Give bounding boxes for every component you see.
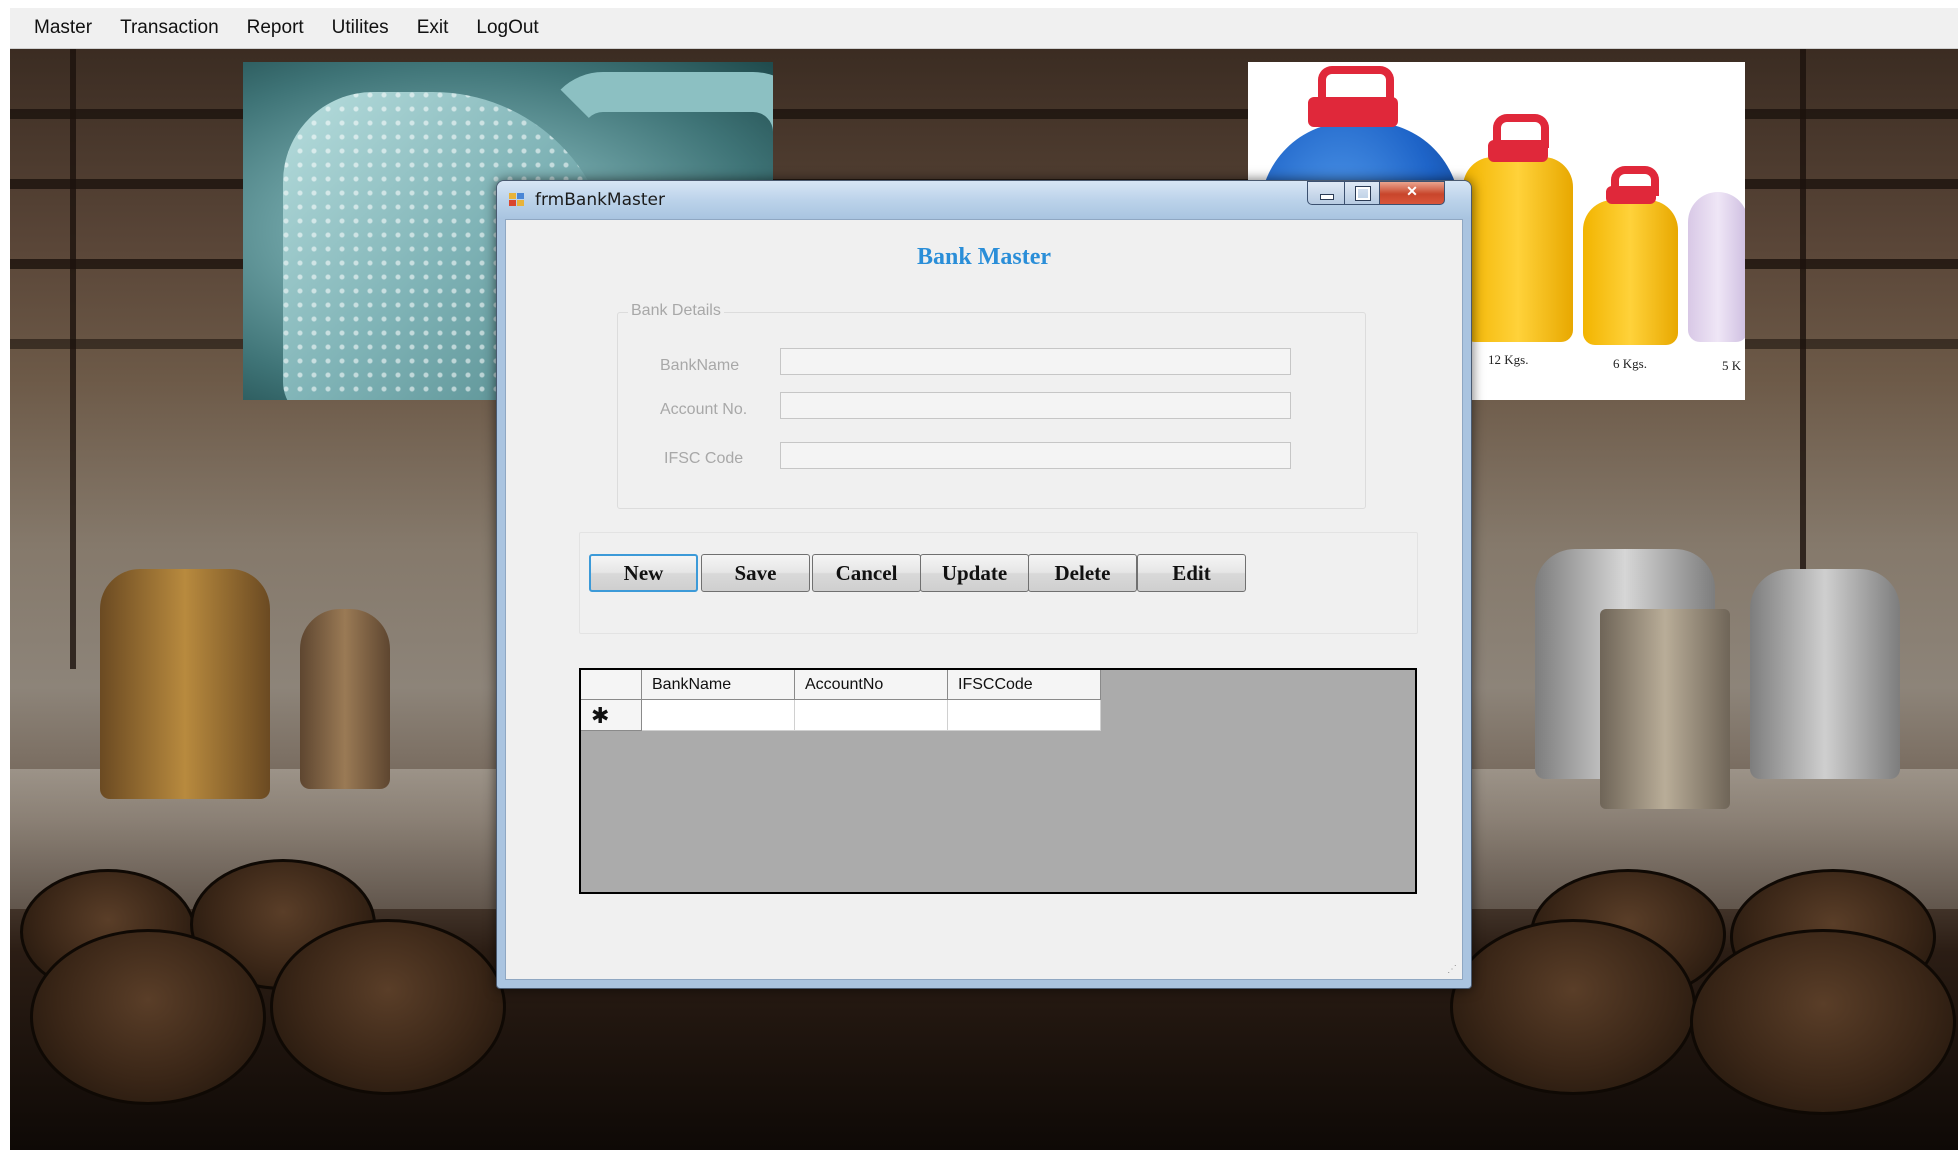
new-button[interactable]: New: [589, 554, 698, 592]
grid-cell-bankname[interactable]: [642, 700, 795, 731]
save-button[interactable]: Save: [701, 554, 810, 592]
account-no-label: Account No.: [660, 401, 748, 418]
delete-button[interactable]: Delete: [1028, 554, 1137, 592]
menu-utilites[interactable]: Utilites: [318, 8, 403, 48]
grid-select-all-corner[interactable]: [581, 670, 642, 700]
jar-handle: [1318, 66, 1394, 108]
close-button[interactable]: ✕: [1379, 181, 1445, 205]
menu-transaction[interactable]: Transaction: [106, 8, 233, 48]
maximize-icon: [1355, 186, 1371, 201]
barrel: [1690, 929, 1956, 1115]
grid-cell-ifsccode[interactable]: [948, 700, 1101, 731]
form-icon: [509, 193, 525, 207]
steel-tank: [1750, 569, 1900, 779]
form-heading: Bank Master: [917, 244, 1051, 270]
bank-data-grid[interactable]: BankName AccountNo IFSCCode ✱: [579, 668, 1417, 894]
barrel: [1450, 919, 1696, 1095]
window-title: frmBankMaster: [535, 190, 665, 210]
action-button-panel: New Save Cancel Update Delete Edit: [579, 532, 1418, 634]
account-no-input[interactable]: [780, 392, 1291, 419]
maximize-button[interactable]: [1344, 181, 1380, 205]
barrel: [30, 929, 266, 1105]
menu-exit[interactable]: Exit: [403, 8, 463, 48]
column-header-accountno[interactable]: AccountNo: [795, 670, 948, 700]
lavender-jar: [1688, 192, 1745, 342]
minimize-icon: [1320, 194, 1334, 200]
ifsc-code-label: IFSC Code: [664, 450, 744, 467]
grid-cell-accountno[interactable]: [795, 700, 948, 731]
roof-column: [70, 49, 76, 669]
jar-handle: [1493, 114, 1549, 148]
tank: [300, 609, 390, 789]
menu-report[interactable]: Report: [233, 8, 318, 48]
window-titlebar[interactable]: frmBankMaster ✕: [497, 181, 1471, 219]
barrel: [270, 919, 506, 1095]
jar-size-label: 5 K: [1722, 358, 1742, 373]
menu-logout[interactable]: LogOut: [462, 8, 552, 48]
menu-master[interactable]: Master: [10, 8, 106, 48]
menu-bar: Master Transaction Report Utilites Exit …: [10, 8, 1958, 49]
bank-name-label: BankName: [660, 357, 740, 374]
ifsc-code-input[interactable]: [780, 442, 1291, 469]
cancel-button[interactable]: Cancel: [812, 554, 921, 592]
column-header-ifsccode[interactable]: IFSCCode: [948, 670, 1101, 700]
jar-handle: [1611, 166, 1659, 196]
resize-grip-icon[interactable]: ⋰: [1447, 964, 1457, 975]
new-row-marker[interactable]: ✱: [581, 700, 642, 731]
minimize-button[interactable]: [1307, 181, 1345, 205]
form-client-area: Bank Master Bank Details BankName Accoun…: [505, 219, 1463, 980]
column-header-bankname[interactable]: BankName: [642, 670, 795, 700]
edit-button[interactable]: Edit: [1137, 554, 1246, 592]
machine: [1600, 609, 1730, 809]
jar-size-label: 12 Kgs.: [1488, 352, 1529, 367]
jar-size-label: 6 Kgs.: [1613, 356, 1647, 371]
bank-details-group: Bank Details BankName Account No. IFSC C…: [617, 302, 1366, 509]
group-legend: Bank Details: [628, 302, 724, 320]
bank-master-window: frmBankMaster ✕ Bank Master Bank Details…: [496, 180, 1472, 989]
update-button[interactable]: Update: [920, 554, 1029, 592]
close-icon: ✕: [1406, 183, 1418, 199]
yellow-jar: [1583, 200, 1678, 345]
bank-name-input[interactable]: [780, 348, 1291, 375]
yellow-jar: [1463, 157, 1573, 342]
copper-still: [100, 569, 270, 799]
